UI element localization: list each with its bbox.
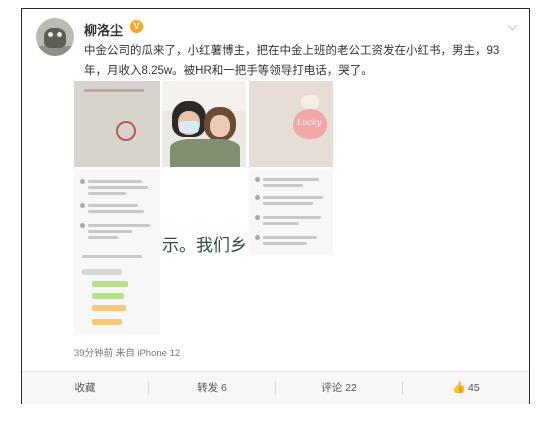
post-image-2[interactable] — [162, 81, 246, 167]
weibo-post-card: 柳洛尘 V ⌵ 中金公司的瓜来了，小红薯博主，把在中金上班的老公工资发在小红书，… — [21, 8, 530, 404]
post-image-6[interactable] — [249, 169, 333, 255]
thumbs-up-icon: 👍 — [452, 382, 466, 394]
image5-calligraphy: 示。我们乡 — [162, 236, 246, 256]
comment-button[interactable]: 评论 22 — [276, 372, 402, 404]
avatar[interactable] — [36, 18, 74, 56]
post-image-5[interactable]: 示。我们乡 — [162, 169, 246, 335]
chevron-down-icon[interactable]: ⌵ — [508, 19, 517, 34]
post-image-1[interactable] — [74, 81, 160, 167]
favorite-button[interactable]: 收藏 — [22, 372, 148, 404]
like-button[interactable]: 👍 45 — [403, 372, 529, 404]
repost-button[interactable]: 转发 6 — [149, 372, 275, 404]
like-count: 45 — [468, 382, 480, 394]
username[interactable]: 柳洛尘 — [84, 20, 123, 39]
post-image-4[interactable] — [74, 169, 160, 335]
post-image-3[interactable]: Lucky — [249, 81, 333, 167]
verified-icon: V — [130, 20, 143, 33]
image3-lucky-text: Lucky — [297, 118, 322, 127]
post-text: 中金公司的瓜来了，小红薯博主，把在中金上班的老公工资发在小红书，男主，93年，月… — [84, 45, 500, 77]
post-meta: 39分钟前 来自 iPhone 12 — [74, 348, 181, 359]
action-bar: 收藏 转发 6 评论 22 👍 45 — [22, 371, 529, 404]
